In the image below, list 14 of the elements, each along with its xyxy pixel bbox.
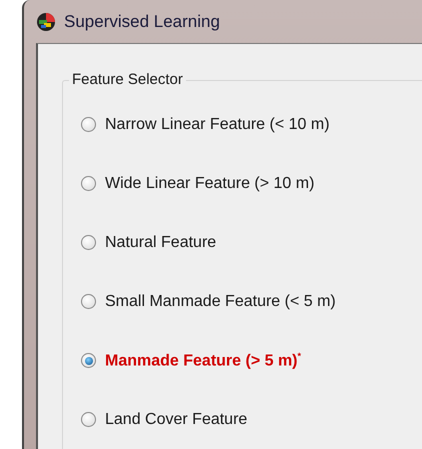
option-label[interactable]: Narrow Linear Feature (< 10 m) bbox=[105, 116, 330, 134]
option-label[interactable]: Land Cover Feature bbox=[105, 410, 248, 428]
radio-button[interactable] bbox=[81, 412, 96, 427]
option-label[interactable]: Wide Linear Feature (> 10 m) bbox=[105, 174, 314, 192]
window-title: Supervised Learning bbox=[64, 12, 220, 32]
radio-button[interactable] bbox=[81, 117, 96, 132]
radio-button[interactable] bbox=[81, 353, 96, 368]
option-label[interactable]: Manmade Feature (> 5 m)$^{*}$ bbox=[105, 350, 302, 370]
app-icon bbox=[36, 12, 56, 32]
radio-button[interactable] bbox=[81, 294, 96, 309]
radio-button[interactable] bbox=[81, 235, 96, 250]
option-label[interactable]: Natural Feature bbox=[105, 234, 216, 252]
radio-button[interactable] bbox=[81, 176, 96, 191]
option-label[interactable]: Small Manmade Feature (< 5 m) bbox=[105, 292, 336, 310]
